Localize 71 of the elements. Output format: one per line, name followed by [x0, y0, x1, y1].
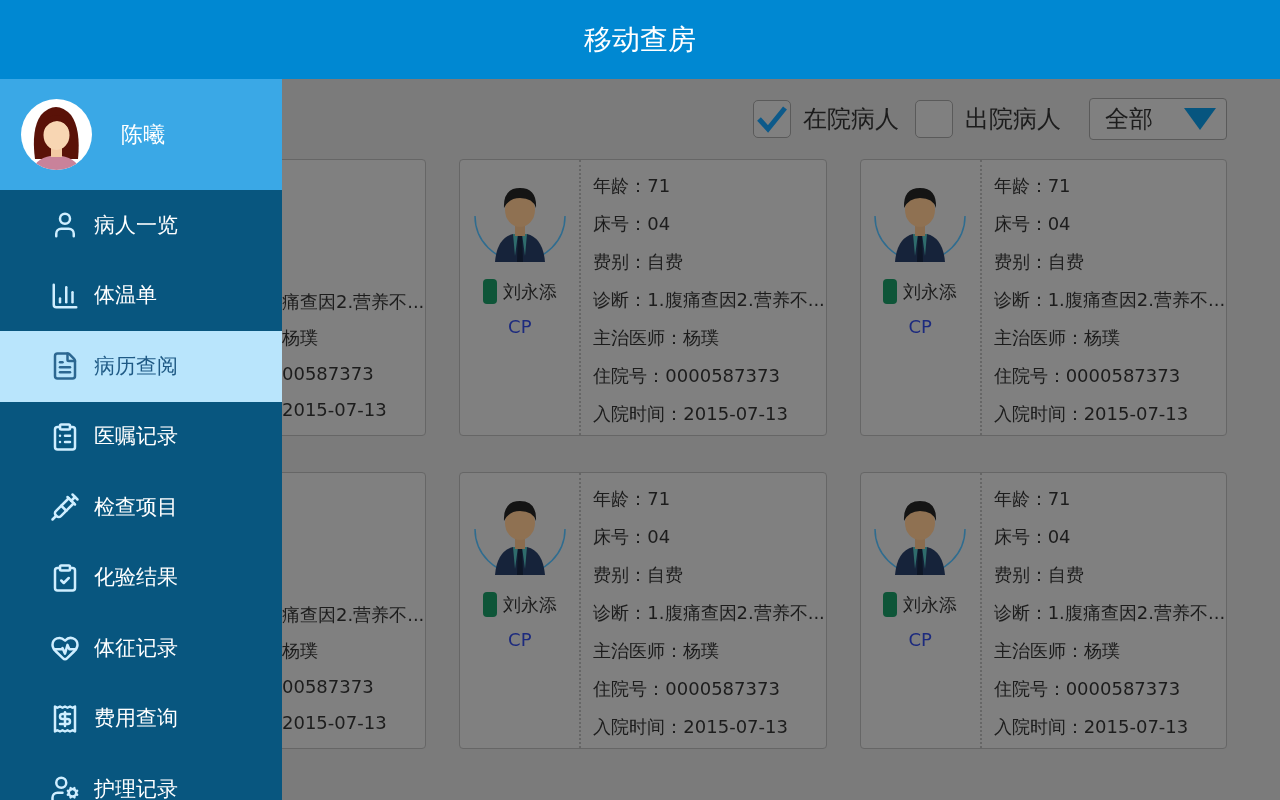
drawer-item[interactable]: 体温单: [0, 260, 282, 331]
status-tag-icon: [883, 279, 898, 304]
patient-field: 杨璞: [282, 637, 426, 665]
patient-name: 刘永添: [502, 593, 557, 617]
drawer-item[interactable]: 化验结果: [0, 542, 282, 613]
patient-name: 刘永添: [903, 593, 958, 617]
user-name: 陈曦: [121, 121, 165, 149]
drawer-item[interactable]: 护理记录: [0, 754, 282, 800]
patient-field: 杨璞: [282, 324, 426, 352]
patient-field: 费别：自费: [593, 561, 826, 589]
patient-field: 入院时间：2015-07-13: [993, 713, 1226, 741]
patient-field: 入院时间：2015-07-13: [593, 400, 826, 428]
patient-card[interactable]: 刘永添 CP 年龄：71 床号：04 费别：自费 诊断：1.腹痛查因2.营养不... 主治医师：杨璞 住院号：0000587373 入院时间：2015-07-13: [459, 472, 827, 749]
patient-field: 主治医师：杨璞: [993, 637, 1226, 665]
patient-card[interactable]: 刘永添 CP 年龄：71 床号：04 费别：自费 诊断：1.腹痛查因2.营养不... 主治医师：杨璞 住院号：0000587373 入院时间：2015-07-13: [859, 159, 1227, 436]
patient-field: 床号：04: [993, 523, 1226, 551]
dropdown[interactable]: 全部: [1089, 98, 1227, 140]
patient-field: 费别：自费: [993, 248, 1226, 276]
patient-field: 痛查因2.营养不...: [282, 601, 426, 629]
patient-field: 床号：04: [593, 523, 826, 551]
patient-field: 床号：04: [593, 210, 826, 238]
patient-field: 年龄：71: [993, 485, 1226, 513]
patient-field: 诊断：1.腹痛查因2.营养不...: [993, 286, 1226, 314]
patient-field: 诊断：1.腹痛查因2.营养不...: [593, 599, 826, 627]
drawer-item[interactable]: 检查项目: [0, 472, 282, 543]
drawer-item[interactable]: 医嘱记录: [0, 401, 282, 472]
drawer-item[interactable]: 体征记录: [0, 613, 282, 684]
patient-field: 主治医师：杨璞: [593, 324, 826, 352]
avatar-icon: [21, 99, 92, 170]
patient-tag: CP: [908, 626, 932, 653]
patient-field: 主治医师：杨璞: [993, 324, 1226, 352]
patient-field: 住院号：0000587373: [593, 362, 826, 390]
patient-field: 费别：自费: [993, 561, 1226, 589]
patient-field: 诊断：1.腹痛查因2.营养不...: [993, 599, 1226, 627]
patient-field: 年龄：71: [593, 172, 826, 200]
patient-field: 住院号：0000587373: [593, 675, 826, 703]
patient-card[interactable]: 刘永添 CP 年龄：71 床号：04 费别：自费 诊断：1.腹痛查因2.营养不... 主治医师：杨璞 住院号：0000587373 入院时间：2015-07-13: [859, 472, 1227, 749]
status-tag-icon: [883, 592, 898, 617]
patient-field: 住院号：0000587373: [993, 362, 1226, 390]
patient-name: 刘永添: [903, 280, 958, 304]
patient-field: 2015-07-13: [282, 396, 426, 424]
drawer-item[interactable]: 费用查询: [0, 683, 282, 754]
patient-field: 费别：自费: [593, 248, 826, 276]
patient-field: 00587373: [282, 673, 426, 701]
patient-field: 年龄：71: [593, 485, 826, 513]
patient-card[interactable]: 刘永添 CP 年龄：71 床号：04 费别：自费 诊断：1.腹痛查因2.营养不... 主治医师：杨璞 住院号：0000587373 入院时间：2015-07-13: [459, 159, 827, 436]
patient-field: 年龄：71: [993, 172, 1226, 200]
drawer-item[interactable]: 病人一览: [0, 190, 282, 261]
syringe-icon: [50, 492, 80, 523]
filter-checkbox[interactable]: 出院病人: [915, 100, 1061, 138]
patient-field: 入院时间：2015-07-13: [593, 713, 826, 741]
patient-field: 主治医师：杨璞: [593, 637, 826, 665]
patient-field: 住院号：0000587373: [993, 675, 1226, 703]
person-icon: [50, 774, 80, 800]
caret-icon: [1184, 108, 1216, 130]
patient-name: 刘永添: [502, 280, 557, 304]
patient-field: 痛查因2.营养不...: [282, 288, 426, 316]
patient-field: 2015-07-13: [282, 709, 426, 737]
patient-tag: CP: [508, 313, 532, 340]
header-title: 移动查房: [584, 21, 696, 58]
patient-field: 床号：04: [993, 210, 1226, 238]
drawer-item[interactable]: 病历查阅: [0, 331, 282, 402]
patient-field: 入院时间：2015-07-13: [993, 400, 1226, 428]
patient-tag: CP: [908, 313, 932, 340]
status-tag-icon: [482, 592, 497, 617]
check-icon: [757, 105, 787, 133]
patient-tag: CP: [508, 626, 532, 653]
patient-field: 诊断：1.腹痛查因2.营养不...: [593, 286, 826, 314]
filter-checkbox[interactable]: 在院病人: [753, 100, 899, 138]
patient-field: 00587373: [282, 360, 426, 388]
status-tag-icon: [482, 279, 497, 304]
